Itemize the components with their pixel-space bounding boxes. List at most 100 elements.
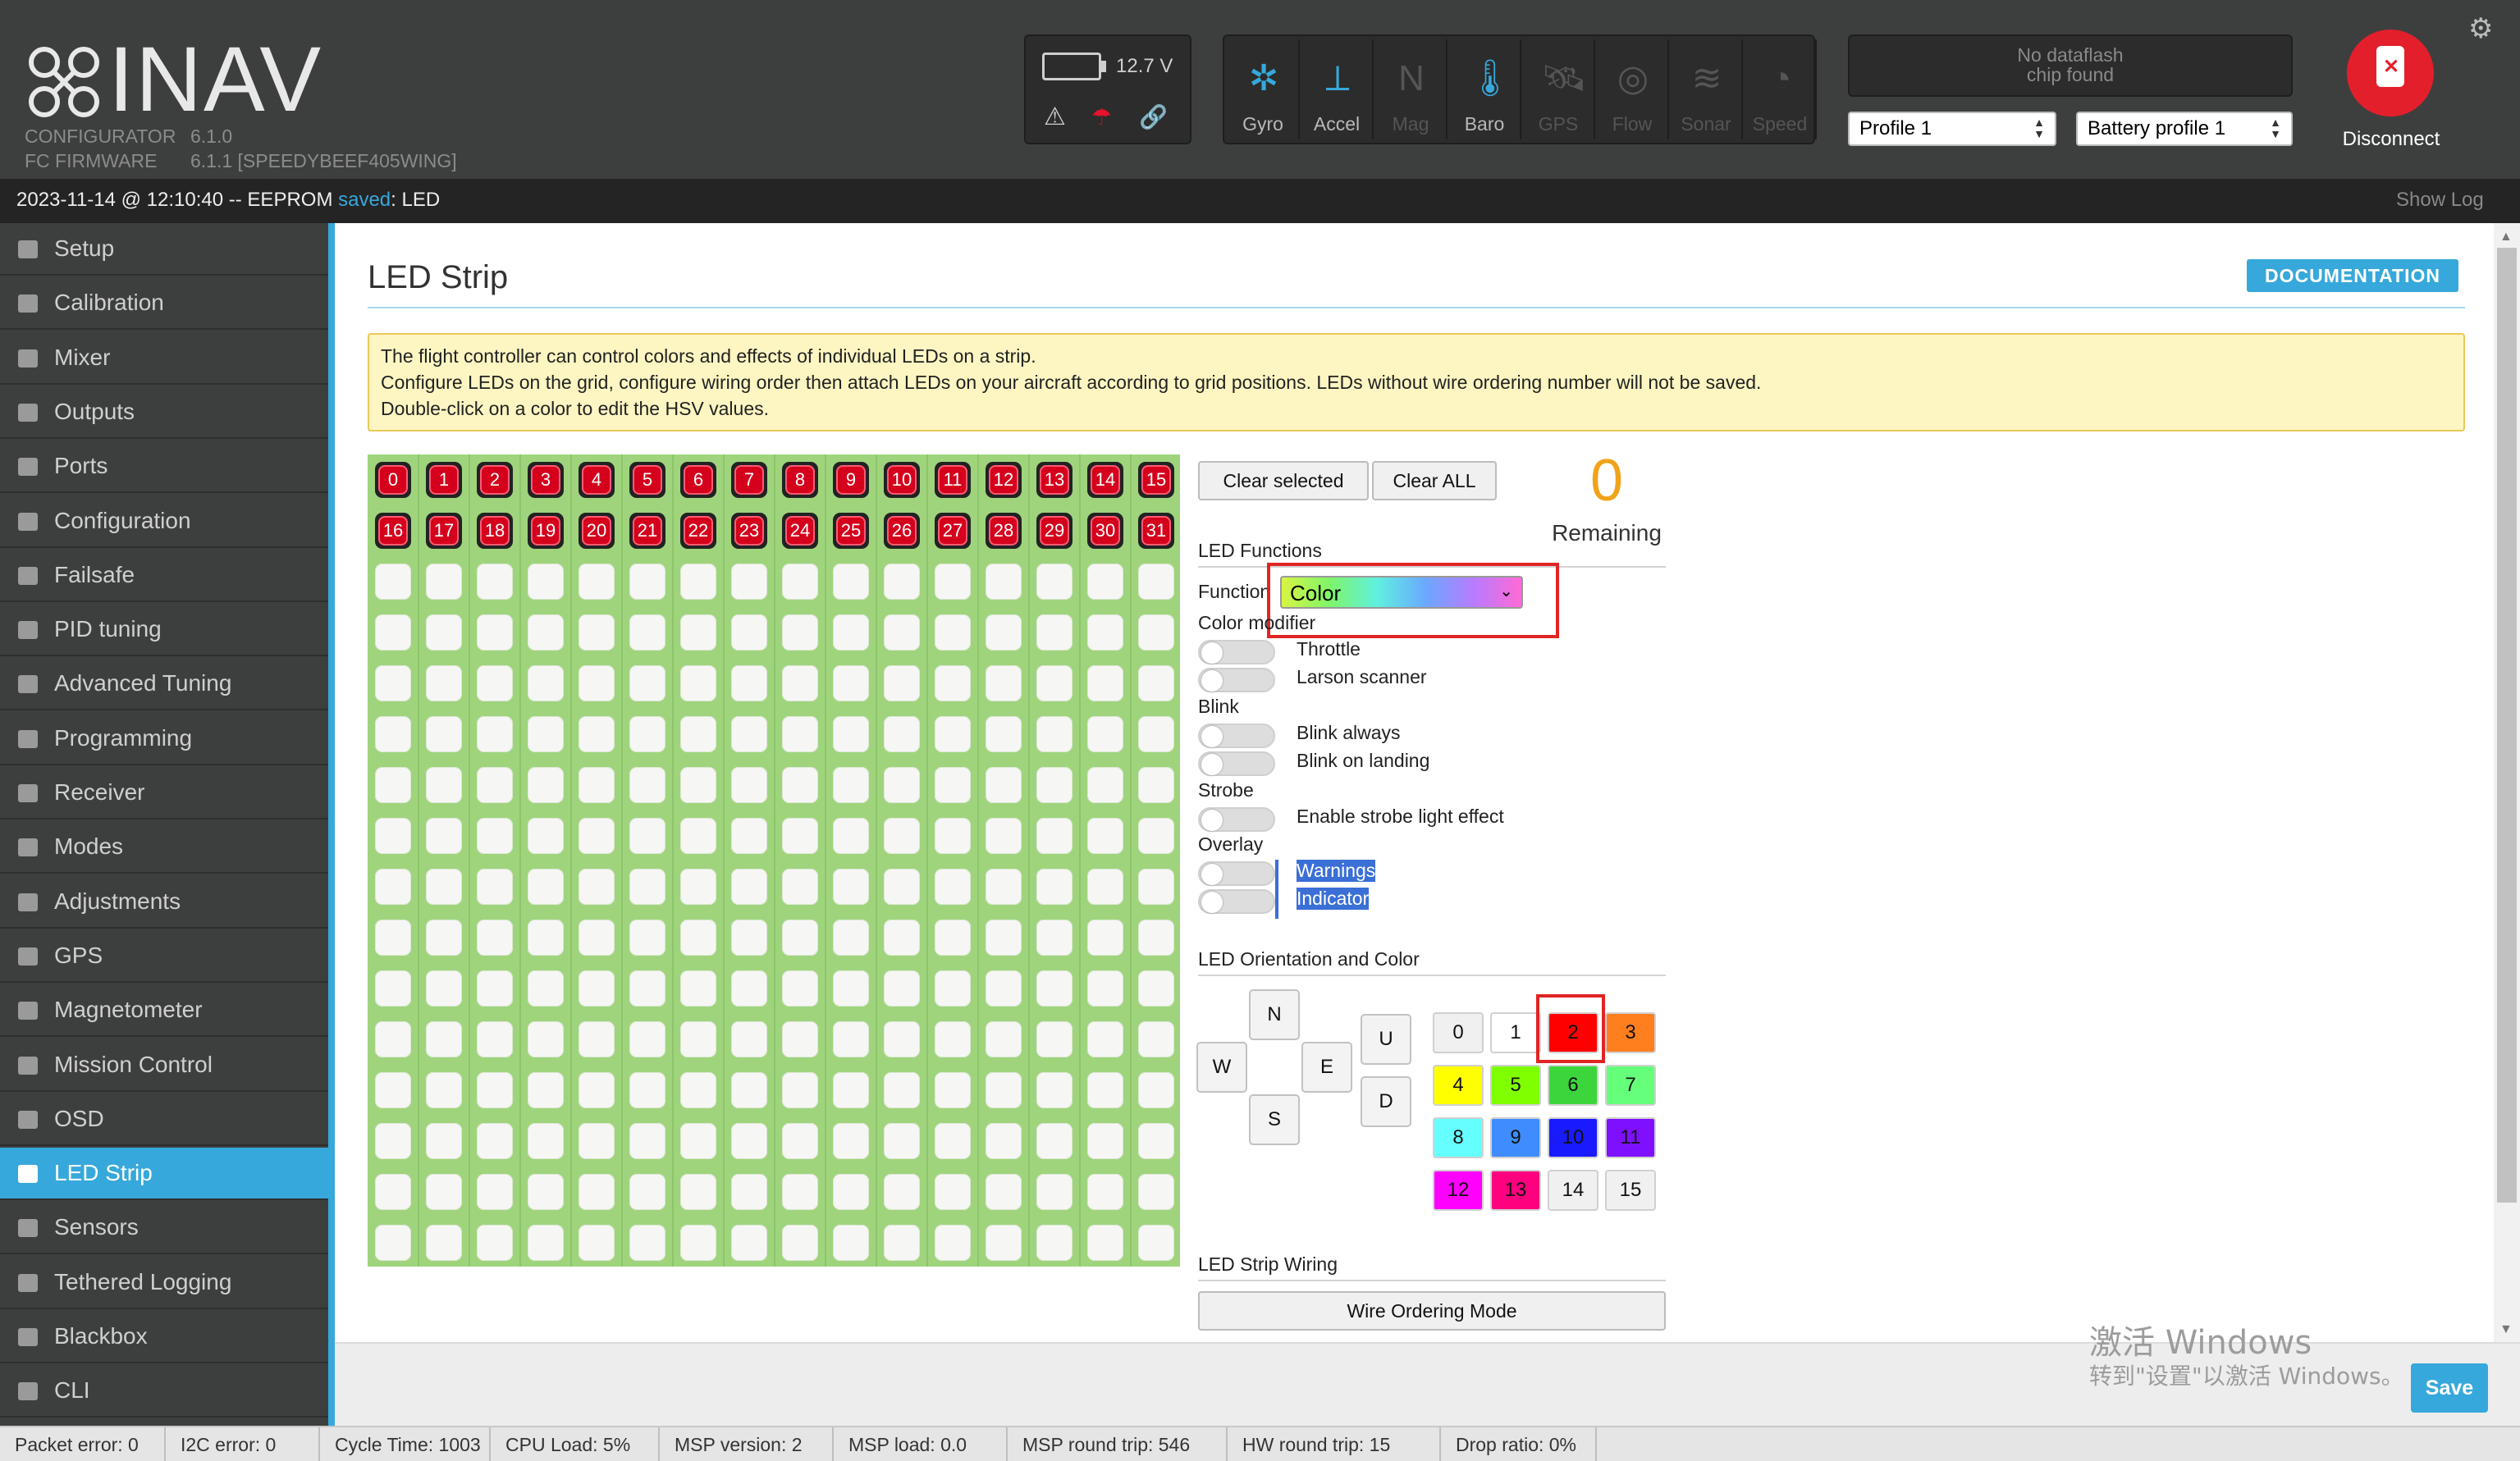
led-cell[interactable] [884,1021,920,1057]
led-cell[interactable] [426,1174,462,1210]
led-cell[interactable] [629,920,665,956]
led-cell[interactable] [477,1072,513,1108]
led-cell[interactable]: 17 [426,513,462,549]
color-button-4[interactable]: 4 [1433,1065,1484,1106]
led-cell[interactable]: 31 [1138,513,1174,549]
battery-profile-select[interactable]: Battery profile 1 ▲ ▼ [2076,112,2293,146]
show-log-link[interactable]: Show Log [2396,189,2484,212]
led-cell[interactable] [375,716,411,752]
color-button-9[interactable]: 9 [1490,1117,1541,1158]
led-cell[interactable] [782,1225,818,1261]
led-cell[interactable] [375,614,411,651]
led-cell[interactable] [1087,564,1123,600]
documentation-button[interactable]: DOCUMENTATION [2247,259,2458,292]
led-cell[interactable] [833,716,869,752]
settings-gear-icon[interactable]: ⚙ [2468,15,2493,43]
led-cell[interactable] [731,767,767,803]
led-cell[interactable] [680,716,716,752]
led-cell[interactable] [1087,767,1123,803]
led-cell[interactable] [986,970,1022,1007]
led-cell[interactable] [1036,1174,1072,1210]
led-cell[interactable] [680,614,716,651]
sidebar-item-calibration[interactable]: Calibration [0,277,328,331]
led-cell[interactable] [1036,564,1072,600]
led-cell[interactable] [1036,716,1072,752]
led-cell[interactable] [782,665,818,701]
led-cell[interactable] [1138,564,1174,600]
led-cell[interactable] [426,665,462,701]
led-cell[interactable] [884,564,920,600]
led-cell[interactable] [528,1225,564,1261]
led-cell[interactable]: 7 [731,462,767,498]
led-cell[interactable]: 19 [528,513,564,549]
led-cell[interactable] [375,970,411,1007]
sidebar-item-mission-control[interactable]: Mission Control [0,1039,328,1092]
led-cell[interactable]: 5 [629,462,665,498]
scrollbar-thumb[interactable] [2497,248,2517,1203]
wire-ordering-mode-button[interactable]: Wire Ordering Mode [1198,1291,1666,1331]
led-cell[interactable] [426,869,462,905]
led-cell[interactable] [579,716,615,752]
led-cell[interactable]: 2 [477,462,513,498]
led-cell[interactable] [833,1225,869,1261]
led-cell[interactable]: 12 [986,462,1022,498]
sidebar-item-adjustments[interactable]: Adjustments [0,876,328,929]
led-cell[interactable] [579,767,615,803]
led-cell[interactable] [1087,1021,1123,1057]
led-cell[interactable]: 13 [1036,462,1072,498]
led-cell[interactable] [1138,1072,1174,1108]
led-cell[interactable] [833,1072,869,1108]
scroll-up-icon[interactable]: ▲ [2499,230,2513,244]
led-cell[interactable]: 9 [833,462,869,498]
led-cell[interactable] [579,1174,615,1210]
led-cell[interactable] [782,614,818,651]
sidebar-item-sensors[interactable]: Sensors [0,1202,328,1255]
led-cell[interactable] [375,1123,411,1159]
led-cell[interactable] [477,970,513,1007]
led-cell[interactable] [731,1021,767,1057]
sidebar-item-mixer[interactable]: Mixer [0,332,328,385]
led-cell[interactable] [1138,665,1174,701]
blink-on-landing-toggle[interactable] [1198,751,1275,776]
profile-select[interactable]: Profile 1 ▲ ▼ [1848,112,2056,146]
color-button-3[interactable]: 3 [1605,1012,1656,1053]
led-cell[interactable] [986,1072,1022,1108]
led-cell[interactable] [629,869,665,905]
led-cell[interactable] [629,1174,665,1210]
color-button-11[interactable]: 11 [1605,1117,1656,1158]
sidebar-item-cli[interactable]: CLI [0,1365,328,1418]
led-cell[interactable] [579,1225,615,1261]
led-cell[interactable] [731,1225,767,1261]
led-cell[interactable]: 24 [782,513,818,549]
led-cell[interactable]: 23 [731,513,767,549]
sidebar-item-pid-tuning[interactable]: PID tuning [0,604,328,657]
led-cell[interactable] [833,614,869,651]
led-cell[interactable] [528,564,564,600]
led-cell[interactable] [731,818,767,854]
led-cell[interactable] [579,614,615,651]
led-cell[interactable] [935,970,971,1007]
led-cell[interactable] [782,818,818,854]
led-cell[interactable] [1087,665,1123,701]
led-cell[interactable] [1087,1174,1123,1210]
direction-w-button[interactable]: W [1196,1042,1247,1093]
led-cell[interactable] [1036,767,1072,803]
led-cell[interactable] [680,970,716,1007]
led-cell[interactable] [375,1174,411,1210]
led-cell[interactable] [935,1072,971,1108]
led-cell[interactable] [884,665,920,701]
led-cell[interactable] [884,1123,920,1159]
color-button-10[interactable]: 10 [1548,1117,1598,1158]
led-cell[interactable] [782,1123,818,1159]
led-cell[interactable] [629,716,665,752]
led-cell[interactable] [731,970,767,1007]
led-cell[interactable] [1138,920,1174,956]
led-cell[interactable]: 25 [833,513,869,549]
led-cell[interactable] [426,564,462,600]
led-cell[interactable] [1036,1123,1072,1159]
led-cell[interactable] [375,767,411,803]
led-cell[interactable] [528,869,564,905]
led-cell[interactable]: 22 [680,513,716,549]
led-cell[interactable]: 8 [782,462,818,498]
led-cell[interactable] [426,716,462,752]
